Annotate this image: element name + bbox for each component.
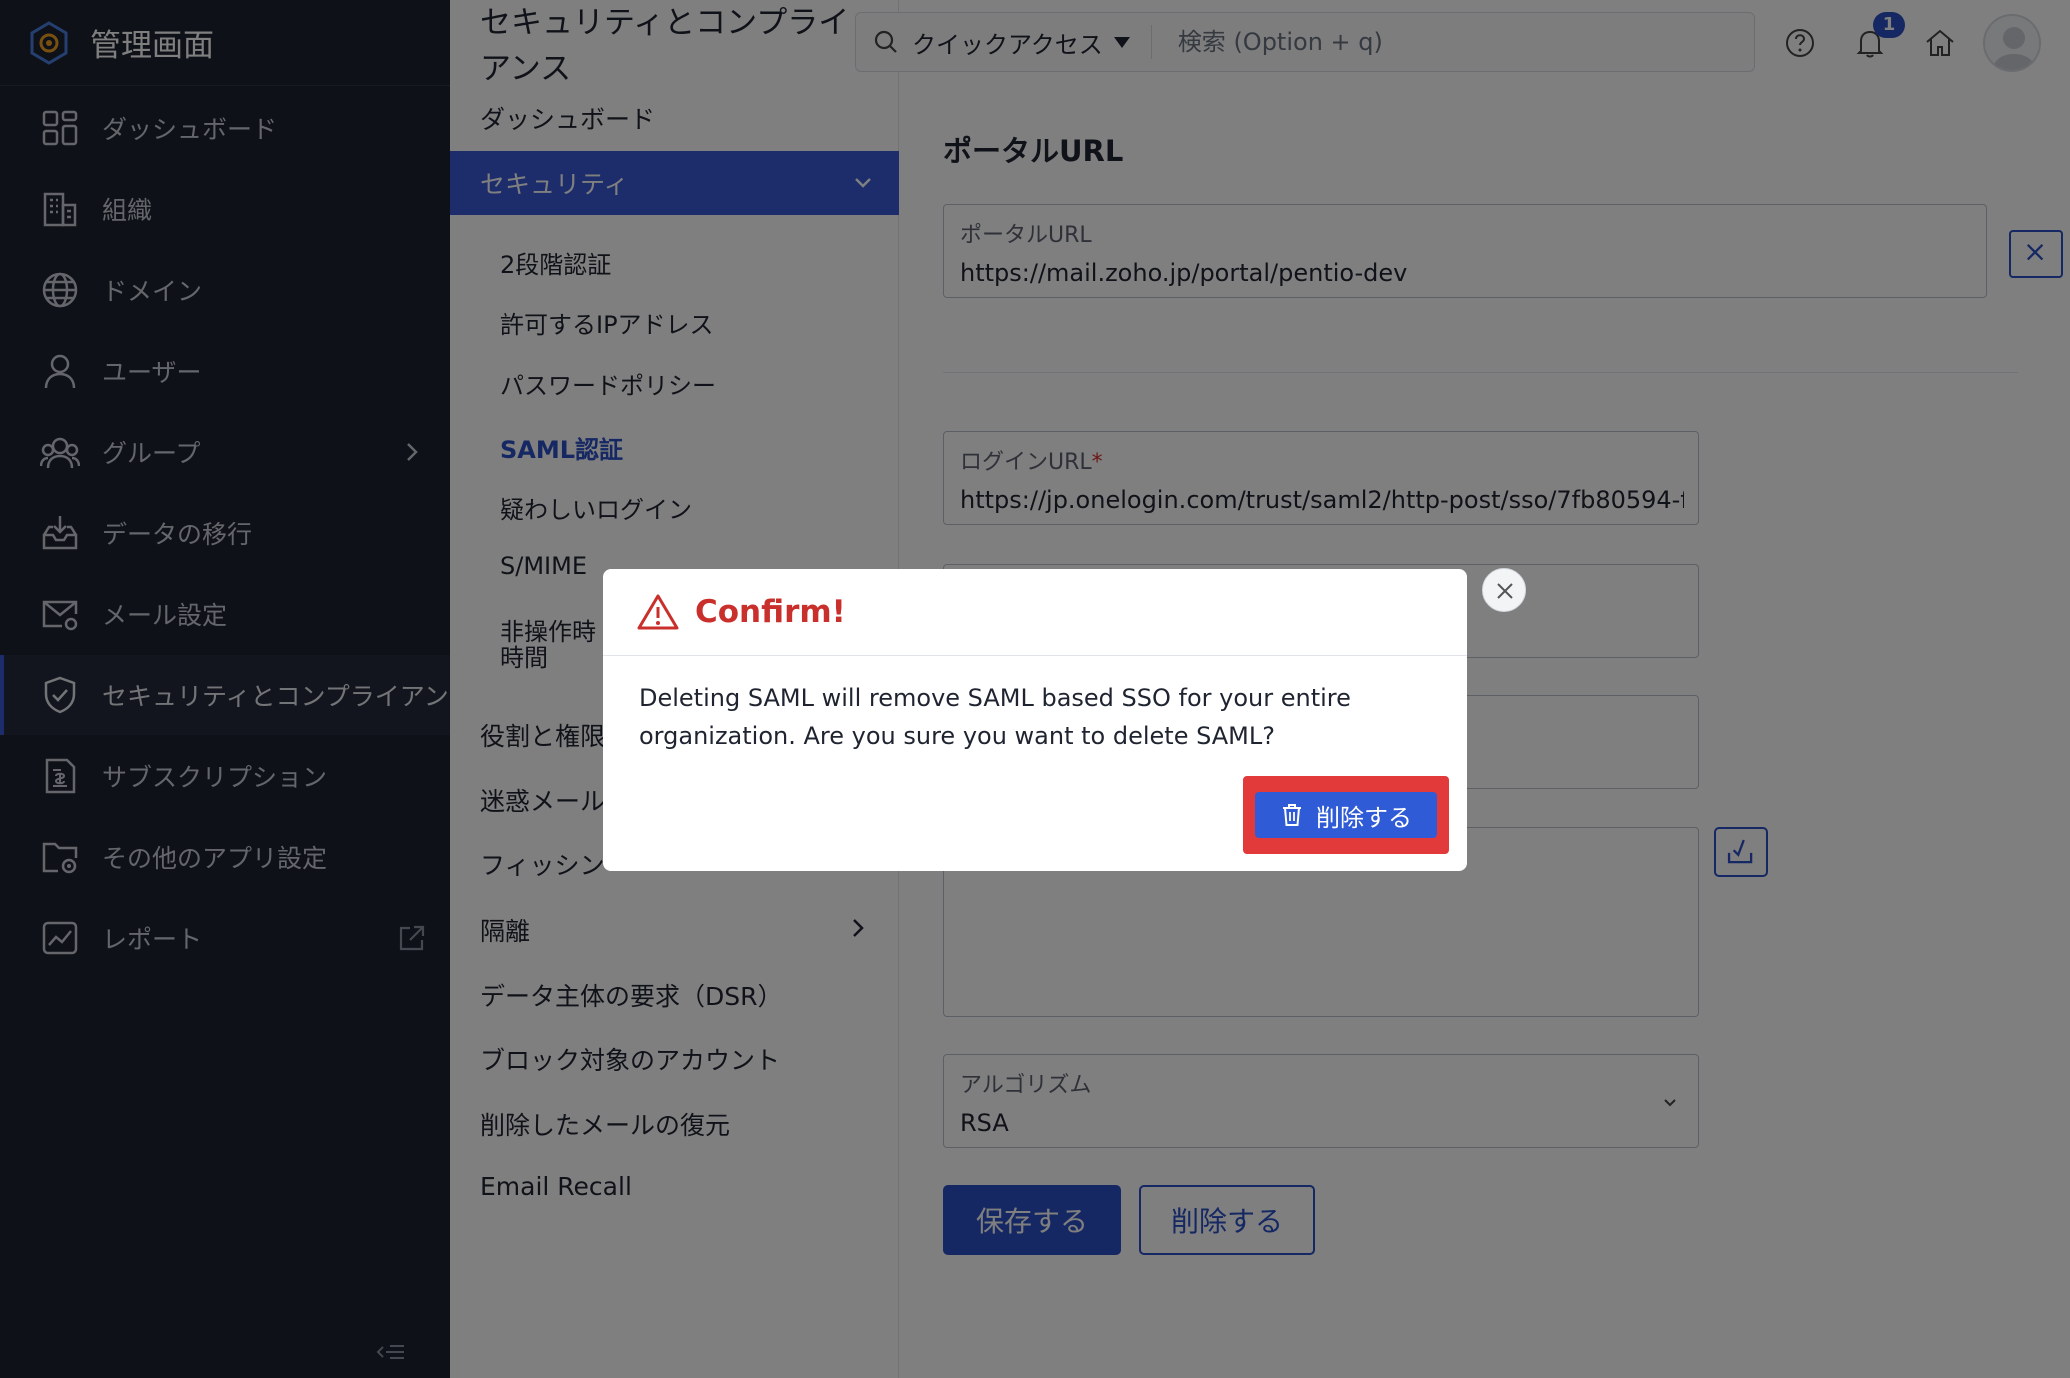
dialog-title: Confirm! [695, 594, 846, 630]
confirm-dialog: Confirm! Deleting SAML will remove SAML … [603, 569, 1467, 871]
dialog-close-button[interactable] [1482, 568, 1526, 612]
warning-icon [637, 594, 679, 630]
close-icon [1497, 583, 1513, 599]
dialog-header: Confirm! [603, 569, 1467, 656]
confirm-delete-label: 削除する [1316, 803, 1412, 832]
dialog-message: Deleting SAML will remove SAML based SSO… [639, 684, 1351, 750]
confirm-button-highlight: 削除する [1243, 776, 1449, 854]
trash-icon [1283, 804, 1301, 826]
confirm-delete-button[interactable]: 削除する [1255, 792, 1437, 838]
